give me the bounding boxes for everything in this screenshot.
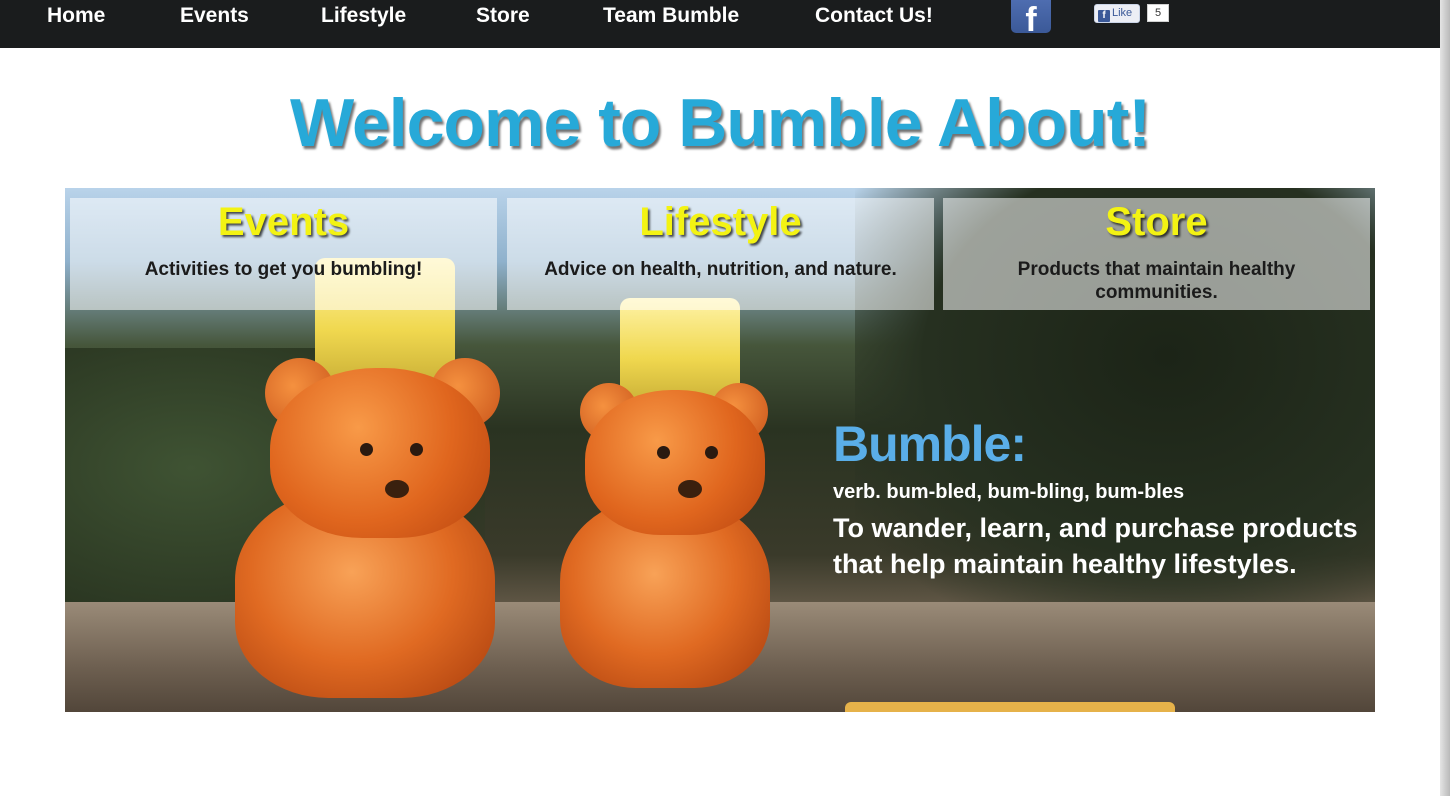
category-lifestyle-title: Lifestyle bbox=[639, 200, 802, 244]
nav-home-link[interactable]: Home bbox=[47, 4, 105, 28]
definition-word: Bumble: bbox=[833, 416, 1027, 472]
top-nav: Home Events Lifestyle Store Team Bumble … bbox=[0, 0, 1440, 48]
honey-bear-left bbox=[225, 258, 525, 698]
page-title: Welcome to Bumble About! bbox=[290, 85, 1151, 161]
bear-eye bbox=[410, 443, 423, 456]
nav-team-bumble-link[interactable]: Team Bumble bbox=[603, 4, 739, 28]
nav-events-link[interactable]: Events bbox=[180, 4, 249, 28]
facebook-like-button[interactable]: f Like bbox=[1094, 4, 1140, 23]
category-events-box[interactable]: Events Activities to get you bumbling! bbox=[70, 198, 497, 310]
category-store-box[interactable]: Store Products that maintain healthy com… bbox=[943, 198, 1370, 310]
nav-lifestyle-link[interactable]: Lifestyle bbox=[321, 4, 406, 28]
nav-contact-us-link[interactable]: Contact Us! bbox=[815, 4, 933, 28]
bear-cap bbox=[620, 298, 740, 398]
bear-head bbox=[270, 368, 490, 538]
bear-eye bbox=[705, 446, 718, 459]
hero-banner: Events Activities to get you bumbling! L… bbox=[65, 188, 1375, 712]
category-lifestyle-description: Advice on health, nutrition, and nature. bbox=[544, 259, 897, 280]
nav-store-link[interactable]: Store bbox=[476, 4, 530, 28]
bear-nose bbox=[678, 480, 702, 498]
honey-stick bbox=[845, 702, 1175, 712]
category-store-description: Products that maintain healthy communiti… bbox=[1017, 259, 1296, 303]
category-lifestyle-box[interactable]: Lifestyle Advice on health, nutrition, a… bbox=[507, 198, 934, 310]
category-store-title: Store bbox=[1105, 200, 1208, 244]
honey-bear-right bbox=[545, 298, 775, 688]
definition-part-of-speech: verb. bum-bled, bum-bling, bum-bles bbox=[833, 481, 1185, 503]
bear-head bbox=[585, 390, 765, 535]
bear-eye bbox=[360, 443, 373, 456]
bear-nose bbox=[385, 480, 409, 498]
definition-meaning: To wander, learn, and purchase products … bbox=[833, 513, 1358, 579]
like-count: 5 bbox=[1147, 4, 1169, 22]
bear-eye bbox=[657, 446, 670, 459]
facebook-icon[interactable]: f bbox=[1011, 0, 1051, 33]
scrollbar[interactable] bbox=[1440, 0, 1450, 796]
category-events-description: Activities to get you bumbling! bbox=[144, 259, 423, 280]
facebook-small-icon: f bbox=[1098, 10, 1110, 22]
like-label: Like bbox=[1112, 7, 1133, 19]
category-events-title: Events bbox=[217, 200, 350, 244]
bumble-definition: Bumble: verb. bum-bled, bum-bling, bum-b… bbox=[833, 416, 1373, 582]
